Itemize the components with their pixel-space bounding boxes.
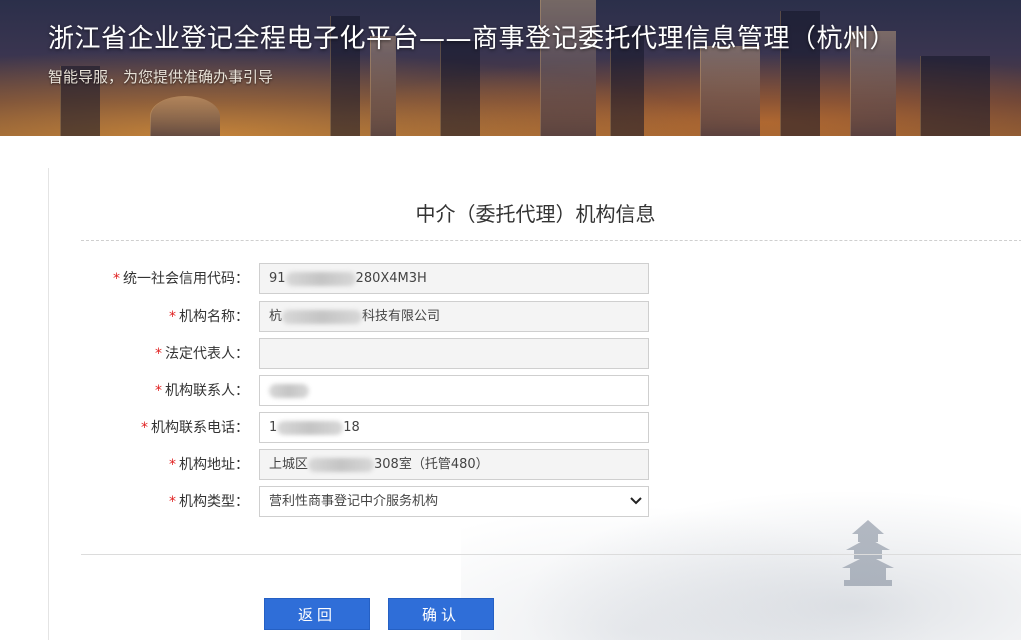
- credit-code-value-end: 280X4M3H: [355, 271, 427, 286]
- address-field[interactable]: 上城区 308室（托管480）: [259, 449, 649, 480]
- contact-person-label: * 机构联系人：: [155, 383, 249, 399]
- chevron-down-icon[interactable]: [630, 487, 642, 516]
- contact-phone-field[interactable]: 1 18: [259, 412, 649, 443]
- address-value-end: 308室（托管480）: [374, 457, 489, 472]
- required-mark: *: [155, 346, 162, 362]
- redacted-mask: [308, 457, 375, 472]
- agency-info-panel: 中介（委托代理）机构信息 * 统一社会信用代码： 91 280X4M3H * 机构名称…: [48, 168, 1021, 640]
- redacted-mask: [285, 271, 356, 286]
- form-row-agency-type: * 机构类型： 营利性商事登记中介服务机构: [49, 486, 1021, 518]
- agency-name-value-end: 科技有限公司: [362, 309, 441, 324]
- redacted-mask: [269, 383, 309, 398]
- agency-name-value-start: 杭: [269, 309, 283, 324]
- agency-type-selected-value: 营利性商事登记中介服务机构: [269, 494, 439, 509]
- form-row-contact-person: * 机构联系人：: [49, 375, 1021, 407]
- agency-name-label: * 机构名称：: [169, 309, 249, 325]
- legal-rep-label: * 法定代表人：: [155, 346, 249, 362]
- contact-person-field[interactable]: [259, 375, 649, 406]
- address-value-start: 上城区: [269, 457, 309, 472]
- form-bottom-divider: [81, 554, 1021, 555]
- contact-phone-value-start: 1: [269, 420, 278, 435]
- title-divider: [81, 240, 1021, 241]
- header-banner: 浙江省企业登记全程电子化平台——商事登记委托代理信息管理（杭州） 智能导服，为您…: [0, 0, 1021, 136]
- required-mark: *: [169, 309, 176, 325]
- credit-code-label: * 统一社会信用代码：: [113, 271, 249, 287]
- confirm-button[interactable]: 确认: [388, 598, 494, 630]
- agency-type-select[interactable]: 营利性商事登记中介服务机构: [259, 486, 649, 517]
- credit-code-value-start: 91: [269, 271, 286, 286]
- contact-phone-label: * 机构联系电话：: [141, 420, 249, 436]
- required-mark: *: [155, 383, 162, 399]
- redacted-mask: [282, 309, 363, 324]
- form-row-contact-phone: * 机构联系电话： 1 18: [49, 412, 1021, 444]
- address-label: * 机构地址：: [169, 457, 249, 473]
- agency-name-field[interactable]: 杭 科技有限公司: [259, 301, 649, 332]
- legal-rep-field[interactable]: [259, 338, 649, 369]
- form-row-agency-name: * 机构名称： 杭 科技有限公司: [49, 301, 1021, 333]
- required-mark: *: [113, 271, 120, 287]
- form-row-credit-code: * 统一社会信用代码： 91 280X4M3H: [49, 263, 1021, 295]
- back-button[interactable]: 返回: [264, 598, 370, 630]
- platform-subtitle: 智能导服，为您提供准确办事引导: [48, 68, 274, 86]
- required-mark: *: [169, 457, 176, 473]
- redacted-mask: [277, 420, 344, 435]
- credit-code-field[interactable]: 91 280X4M3H: [259, 263, 649, 294]
- form-row-address: * 机构地址： 上城区 308室（托管480）: [49, 449, 1021, 481]
- contact-phone-value-end: 18: [343, 420, 360, 435]
- required-mark: *: [169, 494, 176, 510]
- form-title: 中介（委托代理）机构信息: [415, 202, 656, 226]
- platform-title: 浙江省企业登记全程电子化平台——商事登记委托代理信息管理（杭州）: [48, 24, 897, 54]
- required-mark: *: [141, 420, 148, 436]
- form-row-legal-rep: * 法定代表人：: [49, 338, 1021, 370]
- agency-type-label: * 机构类型：: [169, 494, 249, 510]
